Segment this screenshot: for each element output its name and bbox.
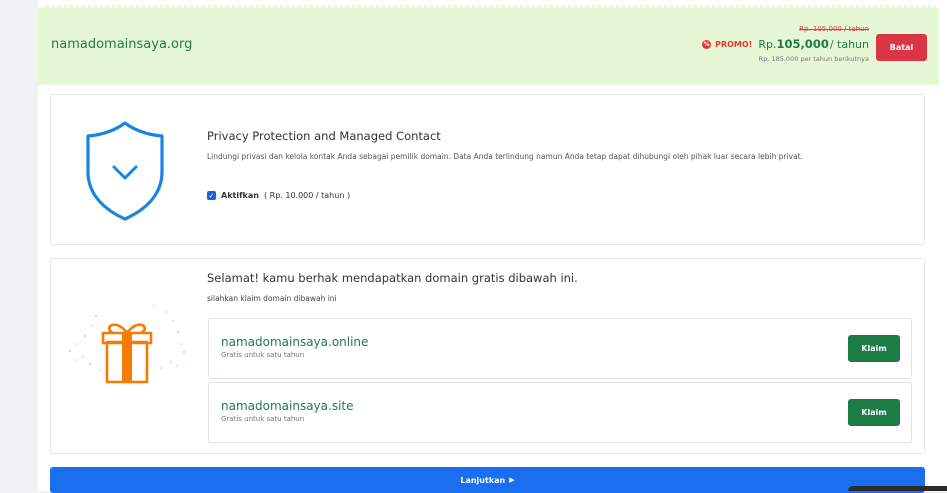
cancel-button[interactable]: Batal (876, 34, 927, 61)
gift-subtitle: silahkan klaim domain dibawah ini (207, 294, 337, 303)
price-suffix: / tahun (829, 38, 869, 51)
gift-title: Selamat! kamu berhak mendapatkan domain … (207, 271, 578, 285)
offer-description: Gratis untuk satu tahun (221, 415, 305, 423)
caret-right-icon: ▶ (509, 476, 515, 484)
offer-domain-name: namadomainsaya.site (221, 399, 354, 413)
claim-button[interactable]: Klaim (848, 335, 900, 362)
offer-item: namadomainsaya.online Gratis untuk satu … (208, 318, 912, 379)
domain-name: namadomainsaya.org (51, 37, 193, 52)
shield-icon (85, 120, 165, 226)
privacy-description: Lindungi privasi dan kelola kontak Anda … (207, 152, 803, 161)
offer-domain-name: namadomainsaya.online (221, 335, 369, 349)
domain-row: namadomainsaya.org Rp. 105,000 / tahun %… (38, 5, 939, 85)
privacy-activate[interactable]: ✓ Aktifkan ( Rp. 10.000 / tahun ) (207, 191, 350, 200)
price-value: 105,000 (776, 37, 829, 51)
checkbox-price: ( Rp. 10.000 / tahun ) (263, 191, 351, 200)
renew-note: Rp. 185,000 per tahun berikutnya (758, 55, 869, 63)
price-line: % PROMO! Rp. 105,000 / tahun (702, 37, 869, 52)
old-price: Rp. 105,000 / tahun (799, 25, 869, 33)
offer-description: Gratis untuk satu tahun (221, 351, 305, 359)
continue-button[interactable]: Lanjutkan ▶ (50, 467, 925, 493)
promo-label: PROMO! (715, 40, 753, 49)
price-block: Rp. 105,000 / tahun % PROMO! Rp. 105,000… (702, 24, 869, 64)
gift-icon (65, 304, 190, 393)
price-prefix: Rp. (758, 38, 777, 51)
privacy-checkbox[interactable]: ✓ (207, 191, 216, 200)
privacy-card: Privacy Protection and Managed Contact L… (50, 94, 925, 245)
promo-icon: % (702, 40, 712, 49)
claim-button[interactable]: Klaim (848, 399, 900, 426)
checkbox-label: Aktifkan (221, 191, 259, 200)
gift-card: Selamat! kamu berhak mendapatkan domain … (50, 258, 925, 454)
continue-label: Lanjutkan (460, 475, 506, 485)
offer-item: namadomainsaya.site Gratis untuk satu ta… (208, 382, 912, 443)
corner-overlay (848, 486, 947, 491)
privacy-title: Privacy Protection and Managed Contact (207, 129, 441, 143)
